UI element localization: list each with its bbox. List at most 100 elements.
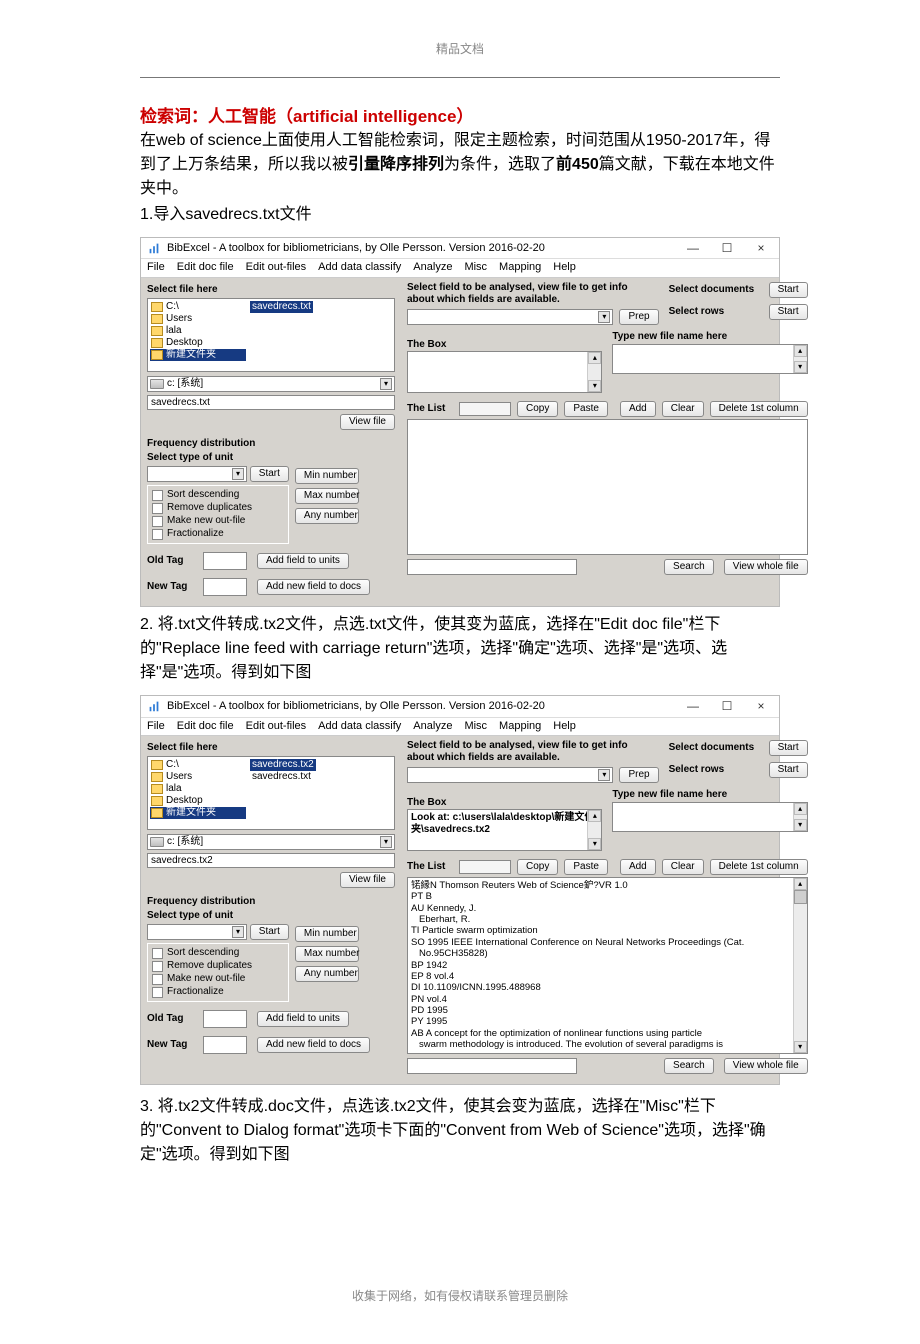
scrollbar[interactable]: ▴▾	[587, 352, 601, 392]
checkbox[interactable]	[152, 948, 163, 959]
select-docs-start-button[interactable]: Start	[769, 282, 808, 298]
min-number-button[interactable]: Min number	[295, 468, 359, 484]
delete-1st-col-button[interactable]: Delete 1st column	[710, 859, 808, 875]
clear-button[interactable]: Clear	[662, 401, 704, 417]
close-button[interactable]: ×	[749, 241, 773, 255]
checkbox[interactable]	[152, 503, 163, 514]
menu-edit-doc[interactable]: Edit doc file	[177, 261, 234, 274]
old-tag-input[interactable]	[203, 552, 247, 570]
selected-file[interactable]: savedrecs.tx2	[250, 759, 316, 771]
drive-select[interactable]: c: [系统] ▾	[147, 376, 395, 392]
search-input[interactable]	[407, 559, 577, 575]
type-combo[interactable]: ▾	[147, 924, 247, 940]
paste-button[interactable]: Paste	[564, 401, 608, 417]
window-buttons: — ☐ ×	[681, 241, 773, 255]
checkbox[interactable]	[152, 490, 163, 501]
add-button[interactable]: Add	[620, 401, 656, 417]
menu-mapping[interactable]: Mapping	[499, 720, 541, 733]
folder-icon	[151, 784, 163, 794]
path-input[interactable]: savedrecs.txt	[147, 395, 395, 410]
menu-analyze[interactable]: Analyze	[413, 261, 452, 274]
selected-file[interactable]: savedrecs.txt	[250, 301, 313, 313]
maximize-button[interactable]: ☐	[715, 241, 739, 255]
new-tag-input[interactable]	[203, 578, 247, 596]
menu-edit-out[interactable]: Edit out-files	[246, 720, 307, 733]
type-combo[interactable]: ▾	[147, 466, 247, 482]
path-input[interactable]: savedrecs.tx2	[147, 853, 395, 868]
field-combo[interactable]: ▾	[407, 309, 613, 325]
add-new-field-docs-button[interactable]: Add new field to docs	[257, 579, 370, 595]
scrollbar[interactable]: ▴▾	[587, 810, 601, 850]
file-browser[interactable]: C:\ Users lala Desktop 新建文件夹 savedrecs.t…	[147, 756, 395, 830]
checkbox[interactable]	[152, 987, 163, 998]
menu-edit-doc[interactable]: Edit doc file	[177, 720, 234, 733]
add-field-units-button[interactable]: Add field to units	[257, 553, 349, 569]
the-box-textarea[interactable]: Look at: c:\users\lala\desktop\新建文件夹\sav…	[407, 809, 602, 851]
new-filename-input[interactable]: ▴▾	[612, 344, 807, 374]
menu-edit-out[interactable]: Edit out-files	[246, 261, 307, 274]
delete-1st-col-button[interactable]: Delete 1st column	[710, 401, 808, 417]
prep-button[interactable]: Prep	[619, 309, 658, 325]
select-docs-start-button[interactable]: Start	[769, 740, 808, 756]
freq-start-button[interactable]: Start	[250, 924, 289, 940]
menu-mapping[interactable]: Mapping	[499, 261, 541, 274]
menu-misc[interactable]: Misc	[464, 261, 487, 274]
freq-start-button[interactable]: Start	[250, 466, 289, 482]
new-tag-input[interactable]	[203, 1036, 247, 1054]
max-number-button[interactable]: Max number	[295, 946, 359, 962]
minimize-button[interactable]: —	[681, 699, 705, 713]
any-number-button[interactable]: Any number	[295, 508, 359, 524]
header-rule	[140, 77, 780, 78]
scrollbar[interactable]: ▴▾	[793, 878, 807, 1053]
search-button[interactable]: Search	[664, 1058, 714, 1074]
prep-button[interactable]: Prep	[619, 767, 658, 783]
the-list-area[interactable]: 锘縁N Thomson Reuters Web of Science鈩?VR 1…	[407, 877, 808, 1054]
menu-add-data[interactable]: Add data classify	[318, 720, 401, 733]
menu-file[interactable]: File	[147, 261, 165, 274]
old-tag-input[interactable]	[203, 1010, 247, 1028]
the-box-textarea[interactable]: ▴▾	[407, 351, 602, 393]
menu-analyze[interactable]: Analyze	[413, 720, 452, 733]
min-number-button[interactable]: Min number	[295, 926, 359, 942]
menu-misc[interactable]: Misc	[464, 720, 487, 733]
menu-file[interactable]: File	[147, 720, 165, 733]
the-list-area[interactable]	[407, 419, 808, 555]
max-number-button[interactable]: Max number	[295, 488, 359, 504]
maximize-button[interactable]: ☐	[715, 699, 739, 713]
add-field-units-button[interactable]: Add field to units	[257, 1011, 349, 1027]
new-filename-input[interactable]: ▴▾	[612, 802, 807, 832]
minimize-button[interactable]: —	[681, 241, 705, 255]
menu-add-data[interactable]: Add data classify	[318, 261, 401, 274]
scrollbar[interactable]: ▴▾	[793, 803, 807, 831]
menu-help[interactable]: Help	[553, 720, 576, 733]
select-rows-start-button[interactable]: Start	[769, 304, 808, 320]
select-rows-start-button[interactable]: Start	[769, 762, 808, 778]
checkbox[interactable]	[152, 974, 163, 985]
add-new-field-docs-button[interactable]: Add new field to docs	[257, 1037, 370, 1053]
any-number-button[interactable]: Any number	[295, 966, 359, 982]
view-whole-file-button[interactable]: View whole file	[724, 559, 808, 575]
view-file-button[interactable]: View file	[340, 872, 395, 888]
checkbox[interactable]	[152, 516, 163, 527]
scrollbar[interactable]: ▴▾	[793, 345, 807, 373]
file-item[interactable]: savedrecs.txt	[250, 771, 392, 783]
checkbox[interactable]	[152, 961, 163, 972]
view-whole-file-button[interactable]: View whole file	[724, 1058, 808, 1074]
copy-button[interactable]: Copy	[517, 859, 558, 875]
search-button[interactable]: Search	[664, 559, 714, 575]
paste-button[interactable]: Paste	[564, 859, 608, 875]
the-box-label: The Box	[407, 797, 602, 809]
folder-icon	[151, 314, 163, 324]
menu-help[interactable]: Help	[553, 261, 576, 274]
field-combo[interactable]: ▾	[407, 767, 613, 783]
chevron-down-icon: ▾	[598, 769, 610, 781]
drive-select[interactable]: c: [系统] ▾	[147, 834, 395, 850]
view-file-button[interactable]: View file	[340, 414, 395, 430]
file-browser[interactable]: C:\ Users lala Desktop 新建文件夹 savedrecs.t…	[147, 298, 395, 372]
close-button[interactable]: ×	[749, 699, 773, 713]
add-button[interactable]: Add	[620, 859, 656, 875]
clear-button[interactable]: Clear	[662, 859, 704, 875]
checkbox[interactable]	[152, 529, 163, 540]
copy-button[interactable]: Copy	[517, 401, 558, 417]
search-input[interactable]	[407, 1058, 577, 1074]
